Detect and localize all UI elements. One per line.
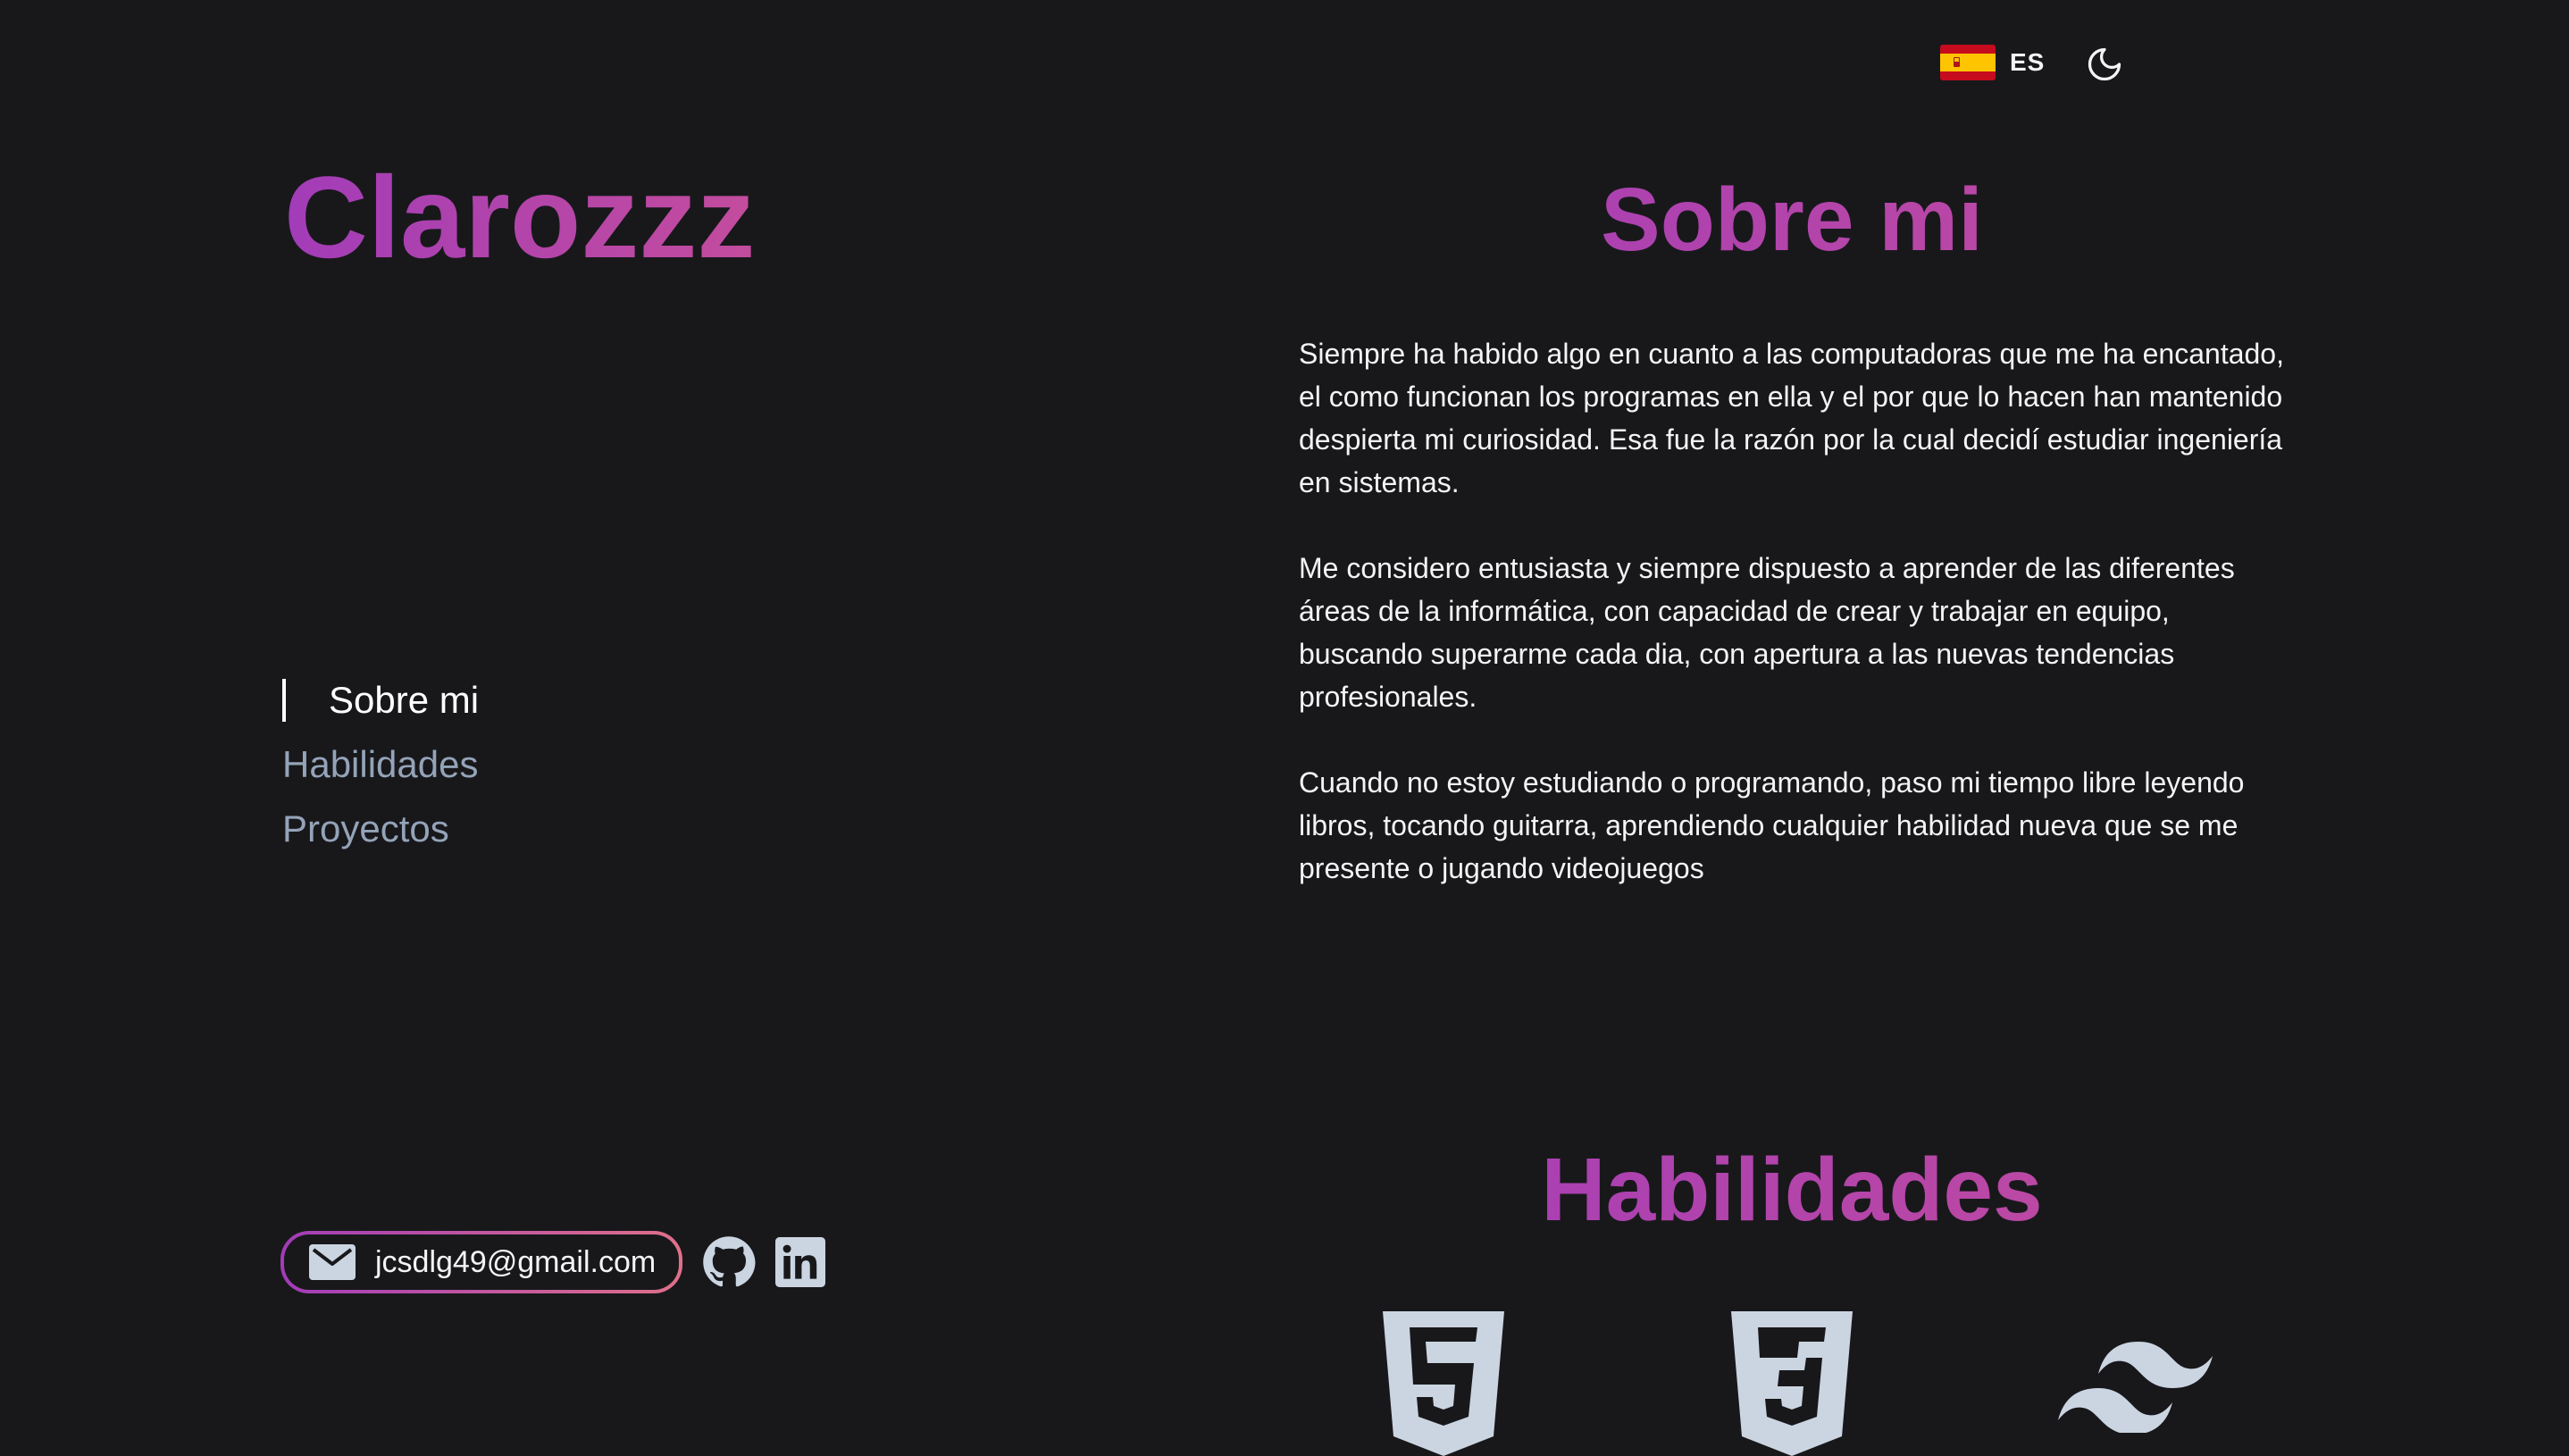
- language-code: ES: [2010, 48, 2046, 76]
- email-button[interactable]: jcsdlg49@gmail.com: [280, 1231, 682, 1293]
- nav-item-label: Proyectos: [282, 807, 449, 849]
- nav-item-sobre-mi[interactable]: Sobre mi: [282, 668, 479, 732]
- nav-item-label: Sobre mi: [329, 679, 480, 721]
- skills-title: Habilidades: [1295, 1145, 2289, 1234]
- linkedin-icon[interactable]: [775, 1237, 826, 1287]
- about-paragraph: Siempre ha habido algo en cuanto a las c…: [1299, 338, 2284, 498]
- spain-flag-icon: [1940, 45, 1996, 80]
- side-nav: Sobre mi Habilidades Proyectos: [282, 668, 479, 861]
- active-indicator: [282, 679, 286, 722]
- nav-item-habilidades[interactable]: Habilidades: [282, 732, 479, 797]
- about-title: Sobre mi: [1295, 175, 2289, 264]
- email-address: jcsdlg49@gmail.com: [375, 1244, 657, 1279]
- css3-icon: [1731, 1311, 1853, 1456]
- nav-item-proyectos[interactable]: Proyectos: [282, 797, 479, 861]
- portfolio-page: ES Clarozzz Sobre mi Habilidades Proyect…: [0, 0, 2569, 1456]
- about-paragraph: Cuando no estoy estudiando o programando…: [1299, 766, 2245, 884]
- about-text: Siempre ha habido algo en cuanto a las c…: [1299, 332, 2292, 933]
- contact-links: jcsdlg49@gmail.com: [280, 1231, 826, 1293]
- mail-icon: [309, 1244, 356, 1280]
- html5-icon: [1383, 1311, 1504, 1456]
- brand-title: Clarozzz: [284, 152, 756, 282]
- language-switch[interactable]: ES: [1940, 45, 2045, 80]
- about-paragraph: Me considero entusiasta y siempre dispue…: [1299, 552, 2235, 713]
- moon-icon[interactable]: [2085, 45, 2124, 84]
- github-icon[interactable]: [702, 1235, 756, 1289]
- nav-item-label: Habilidades: [282, 743, 479, 785]
- tailwind-icon: [2058, 1342, 2213, 1433]
